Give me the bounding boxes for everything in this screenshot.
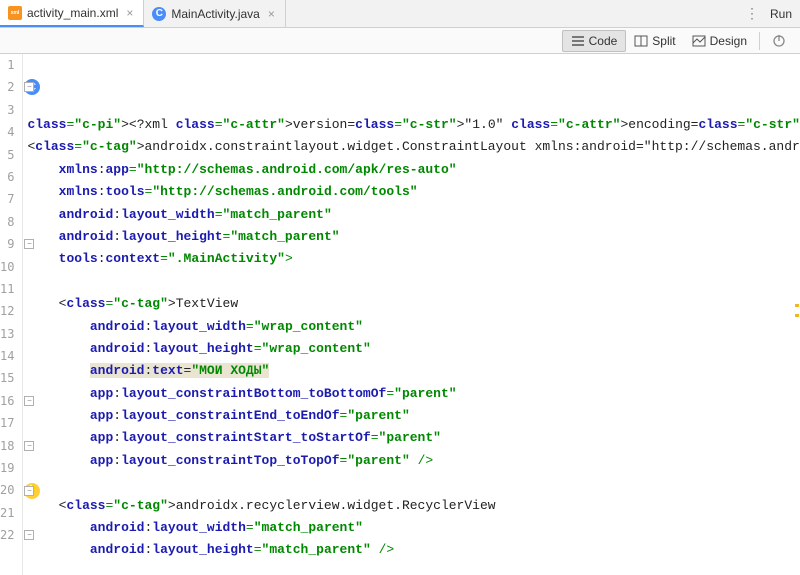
button-label: Split — [652, 34, 675, 48]
line-number: 13 — [0, 323, 14, 345]
view-code-button[interactable]: Code — [562, 30, 627, 52]
split-icon — [634, 34, 648, 48]
code-line[interactable]: xmlns:app="http://schemas.android.com/ap… — [27, 159, 800, 181]
line-number: 14 — [0, 345, 14, 367]
line-number: 22 — [0, 524, 14, 546]
tab-label: activity_main.xml — [27, 6, 118, 20]
line-number: 15 — [0, 367, 14, 389]
line-number-gutter: 12345678910111213141516171819202122 — [0, 54, 22, 575]
code-line[interactable]: app:layout_constraintEnd_toEndOf="parent… — [27, 405, 800, 427]
line-number: 2 — [0, 76, 14, 98]
code-line[interactable]: android:layout_width="match_parent" — [27, 204, 800, 226]
code-line[interactable] — [27, 562, 800, 575]
code-line[interactable]: <class="c-tag">androidx.constraintlayout… — [27, 136, 800, 158]
line-number: 1 — [0, 54, 14, 76]
stripe-warning-mark[interactable] — [795, 304, 799, 307]
code-line[interactable]: xmlns:tools="http://schemas.android.com/… — [27, 181, 800, 203]
power-icon — [772, 34, 786, 48]
line-number: 8 — [0, 211, 14, 233]
view-design-button[interactable]: Design — [684, 31, 755, 51]
code-line[interactable]: tools:context=".MainActivity"> — [27, 248, 800, 270]
line-number: 5 — [0, 144, 14, 166]
code-line[interactable]: android:text="МОИ ХОДЫ" — [27, 360, 800, 382]
code-line[interactable]: app:layout_constraintStart_toStartOf="pa… — [27, 427, 800, 449]
close-icon[interactable]: × — [126, 6, 133, 20]
code-line[interactable]: <class="c-tag">androidx.recyclerview.wid… — [27, 495, 800, 517]
line-number: 16 — [0, 390, 14, 412]
line-number: 10 — [0, 256, 14, 278]
code-line[interactable] — [27, 472, 800, 494]
tab-main-activity[interactable]: C MainActivity.java × — [144, 0, 286, 27]
line-number: 11 — [0, 278, 14, 300]
code-line[interactable]: class="c-pi"><?xml class="c-attr">versio… — [27, 114, 800, 136]
line-number: 21 — [0, 502, 14, 524]
code-editor[interactable]: 12345678910111213141516171819202122 C💡 ⚠… — [0, 54, 800, 575]
code-line[interactable]: app:layout_constraintTop_toTopOf="parent… — [27, 450, 800, 472]
code-line[interactable] — [27, 271, 800, 293]
line-number: 3 — [0, 99, 14, 121]
code-line[interactable]: app:layout_constraintBottom_toBottomOf="… — [27, 383, 800, 405]
tab-label: MainActivity.java — [171, 7, 259, 21]
error-stripe[interactable] — [794, 54, 800, 575]
button-label: Design — [710, 34, 747, 48]
code-line[interactable]: <class="c-tag">TextView — [27, 293, 800, 315]
code-line[interactable]: android:layout_width="wrap_content" — [27, 316, 800, 338]
code-line[interactable]: android:layout_height="wrap_content" — [27, 338, 800, 360]
editor-tabs: xml activity_main.xml × C MainActivity.j… — [0, 0, 800, 28]
line-number: 12 — [0, 300, 14, 322]
line-number: 19 — [0, 457, 14, 479]
close-icon[interactable]: × — [268, 7, 275, 21]
separator — [759, 32, 760, 50]
code-lines-icon — [571, 34, 585, 48]
line-number: 9 — [0, 233, 14, 255]
code-area[interactable]: ⚠ 2 ˄ ˅ class="c-pi"><?xml class="c-attr… — [23, 54, 800, 575]
design-icon — [692, 34, 706, 48]
line-number: 7 — [0, 188, 14, 210]
run-label[interactable]: Run — [770, 7, 792, 21]
code-line[interactable]: android:layout_height="match_parent" — [27, 226, 800, 248]
xml-file-icon: xml — [8, 6, 22, 20]
line-number: 6 — [0, 166, 14, 188]
line-number: 20 — [0, 479, 14, 501]
code-line[interactable]: android:layout_height="match_parent" /> — [27, 539, 800, 561]
line-number: 17 — [0, 412, 14, 434]
editor-toolbar: Code Split Design — [0, 28, 800, 54]
tab-activity-main[interactable]: xml activity_main.xml × — [0, 0, 144, 27]
code-line[interactable]: android:layout_width="match_parent" — [27, 517, 800, 539]
power-button[interactable] — [764, 31, 794, 51]
line-number: 18 — [0, 435, 14, 457]
button-label: Code — [589, 34, 618, 48]
line-number: 4 — [0, 121, 14, 143]
java-class-icon: C — [152, 7, 166, 21]
stripe-warning-mark[interactable] — [795, 314, 799, 317]
view-split-button[interactable]: Split — [626, 31, 683, 51]
tab-overflow-icon[interactable]: ⋮ — [745, 5, 760, 22]
